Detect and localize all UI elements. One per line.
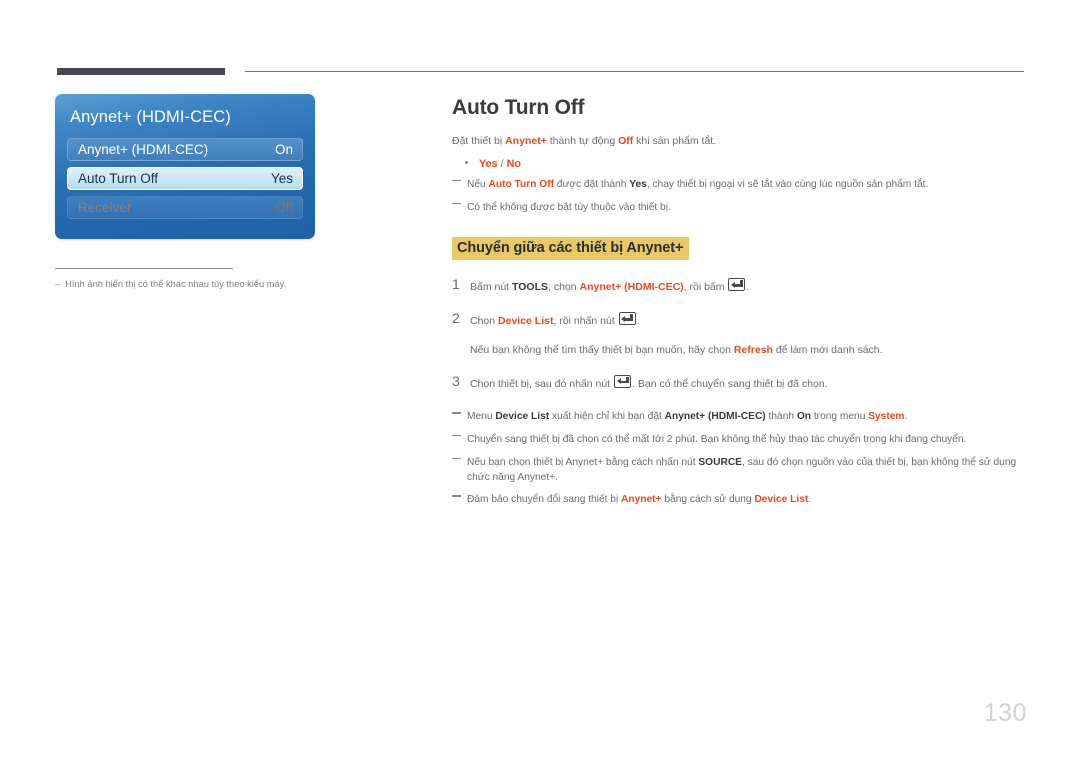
- intro-part-1: Đặt thiết bị: [452, 135, 506, 147]
- tv-menu-rows: Anynet+ (HDMI-CEC) On Auto Turn Off Yes …: [55, 138, 315, 219]
- tv-menu-row-value: Off: [275, 200, 293, 215]
- text-run: thành: [765, 411, 797, 423]
- text-run: xuất hiện chỉ khi bạn đặt: [549, 411, 665, 423]
- intro-highlight-anynet: Anynet+: [505, 135, 547, 147]
- text-run: , chọn: [548, 281, 580, 294]
- text-run: Chọn thiết bị, sau đó nhấn nút: [470, 377, 614, 390]
- text-run: .: [808, 494, 812, 506]
- enter-key-icon: [728, 278, 746, 292]
- procedure-steps: 1 Bấm nút TOOLS, chọn Anynet+ (HDMI-CEC)…: [452, 276, 1032, 392]
- text-run: . Bạn có thể chuyển sang thiết bị đã chọ…: [632, 377, 828, 390]
- page-header: [0, 0, 1080, 80]
- accent-term: Refresh: [733, 343, 773, 356]
- notes-bottom: Menu Device List xuất hiện chỉ khi bạn đ…: [452, 410, 1032, 508]
- intro-paragraph: Đặt thiết bị Anynet+ thành tự động Off k…: [452, 134, 1032, 150]
- right-column: Auto Turn Off Đặt thiết bị Anynet+ thành…: [452, 96, 1032, 508]
- step-number: 1: [452, 276, 460, 293]
- text-run: .: [746, 281, 750, 294]
- intro-part-2: thành tự động: [546, 135, 619, 147]
- step-item: 1 Bấm nút TOOLS, chọn Anynet+ (HDMI-CEC)…: [452, 276, 1032, 296]
- caption-label: Hình ảnh hiển thị có thể khác nhau tùy t…: [65, 279, 287, 289]
- tv-menu-row-anynet[interactable]: Anynet+ (HDMI-CEC) On: [67, 138, 303, 161]
- bold-term: Anynet+ (HDMI-CEC): [664, 411, 766, 423]
- header-thick-rule: [57, 68, 225, 75]
- note-item: Có thể không được bật tùy thuộc vào thiế…: [452, 201, 1032, 216]
- text-run: Có thể không được bật tùy thuộc vào thiế…: [467, 201, 671, 213]
- notes-top: Nếu Auto Turn Off được đặt thành Yes, ch…: [452, 178, 1032, 216]
- tv-menu-row-value: Yes: [270, 171, 293, 186]
- bold-term: Device List: [495, 411, 550, 423]
- header-thin-rule: [245, 71, 1024, 72]
- text-run: .: [904, 411, 908, 423]
- tv-menu-panel: Anynet+ (HDMI-CEC) Anynet+ (HDMI-CEC) On…: [55, 94, 315, 239]
- note-item: Menu Device List xuất hiện chỉ khi bạn đ…: [452, 410, 1032, 425]
- option-separator: /: [497, 157, 507, 170]
- accent-term: Anynet+: [621, 494, 662, 506]
- bullet-dot-icon: [465, 160, 468, 164]
- document-page: Anynet+ (HDMI-CEC) Anynet+ (HDMI-CEC) On…: [0, 0, 1080, 763]
- text-run: bằng cách sử dụng: [661, 494, 755, 506]
- left-column: Anynet+ (HDMI-CEC) Anynet+ (HDMI-CEC) On…: [55, 94, 385, 291]
- enter-key-icon: [618, 312, 636, 326]
- step-text: Bấm nút TOOLS, chọn Anynet+ (HDMI-CEC), …: [470, 276, 749, 296]
- text-run: Nếu bạn không thể tìm thấy thiết bị bạn …: [470, 343, 734, 356]
- tv-menu-row-auto-turn-off[interactable]: Auto Turn Off Yes: [67, 167, 303, 190]
- text-run: Đảm bảo chuyển đổi sang thiết bị: [467, 494, 622, 506]
- text-run: .: [636, 315, 640, 328]
- accent-term: Device List: [754, 494, 809, 506]
- text-run: Nếu bạn chọn thiết bị Anynet+ bằng cách …: [467, 456, 699, 468]
- bold-term: SOURCE: [698, 456, 742, 468]
- text-run: , rồi nhấn nút: [553, 315, 618, 328]
- caption-text-row: – Hình ảnh hiển thị có thể khác nhau tùy…: [55, 278, 303, 291]
- tv-menu-row-value: On: [274, 142, 293, 157]
- intro-part-3: khi sản phẩm tắt.: [633, 135, 717, 147]
- text-run: Chuyển sang thiết bị đã chọn có thể mất …: [467, 434, 967, 446]
- bold-term: TOOLS: [512, 281, 549, 294]
- option-no: No: [506, 157, 522, 170]
- accent-term: Auto Turn Off: [488, 178, 554, 190]
- note-item: Nếu Auto Turn Off được đặt thành Yes, ch…: [452, 178, 1032, 193]
- accent-term: Device List: [498, 315, 554, 328]
- accent-term: Anynet+ (HDMI-CEC): [579, 281, 684, 294]
- page-title: Auto Turn Off: [452, 96, 585, 119]
- step-number: 2: [452, 310, 460, 327]
- bold-term: Yes: [629, 178, 647, 190]
- text-run: được đặt thành: [553, 178, 630, 190]
- step-number: 3: [452, 372, 460, 389]
- accent-term: System: [868, 411, 905, 423]
- text-run: để làm mới danh sách.: [772, 343, 883, 356]
- options-bullet: Yes / No: [452, 158, 1032, 170]
- option-yes: Yes: [479, 157, 498, 170]
- tv-menu-row-label: Anynet+ (HDMI-CEC): [78, 142, 209, 157]
- note-item: Nếu bạn chọn thiết bị Anynet+ bằng cách …: [452, 456, 1032, 486]
- page-number: 130: [983, 699, 1027, 727]
- enter-key-icon: [614, 374, 632, 388]
- tv-menu-row-label: Auto Turn Off: [78, 171, 159, 186]
- step-item: 2 Chọn Device List, rồi nhấn nút .: [452, 310, 1032, 330]
- text-run: Bấm nút: [470, 281, 513, 294]
- tv-menu-row-receiver: Receiver Off: [67, 196, 303, 219]
- step-text: Chọn thiết bị, sau đó nhấn nút . Bạn có …: [470, 373, 828, 393]
- intro-highlight-off: Off: [618, 135, 634, 147]
- text-run: Nếu: [467, 178, 489, 190]
- figure-caption: – Hình ảnh hiển thị có thể khác nhau tùy…: [55, 268, 303, 291]
- bold-term: On: [796, 411, 812, 423]
- step-text: Chọn Device List, rồi nhấn nút .: [470, 310, 640, 330]
- text-run: Chọn: [470, 315, 499, 328]
- tv-menu-title: Anynet+ (HDMI-CEC): [70, 108, 231, 126]
- note-item: Đảm bảo chuyển đổi sang thiết bị Anynet+…: [452, 493, 1032, 508]
- step-item: 3 Chọn thiết bị, sau đó nhấn nút . Bạn c…: [452, 373, 1032, 393]
- options-values: Yes / No: [479, 158, 521, 170]
- text-run: Menu: [467, 411, 496, 423]
- subsection-heading: Chuyển giữa các thiết bị Anynet+: [452, 237, 690, 261]
- text-run: , rồi bấm: [683, 281, 728, 294]
- text-run: trong menu: [811, 411, 869, 423]
- step-subnote: Nếu bạn không thể tìm thấy thiết bị bạn …: [452, 343, 1032, 359]
- caption-dash: –: [55, 279, 61, 289]
- note-item: Chuyển sang thiết bị đã chọn có thể mất …: [452, 433, 1032, 448]
- tv-menu-row-label: Receiver: [78, 200, 132, 215]
- caption-rule: [55, 268, 233, 269]
- text-run: , chạy thiết bị ngoại vi sẽ tắt vào cùng…: [646, 178, 929, 190]
